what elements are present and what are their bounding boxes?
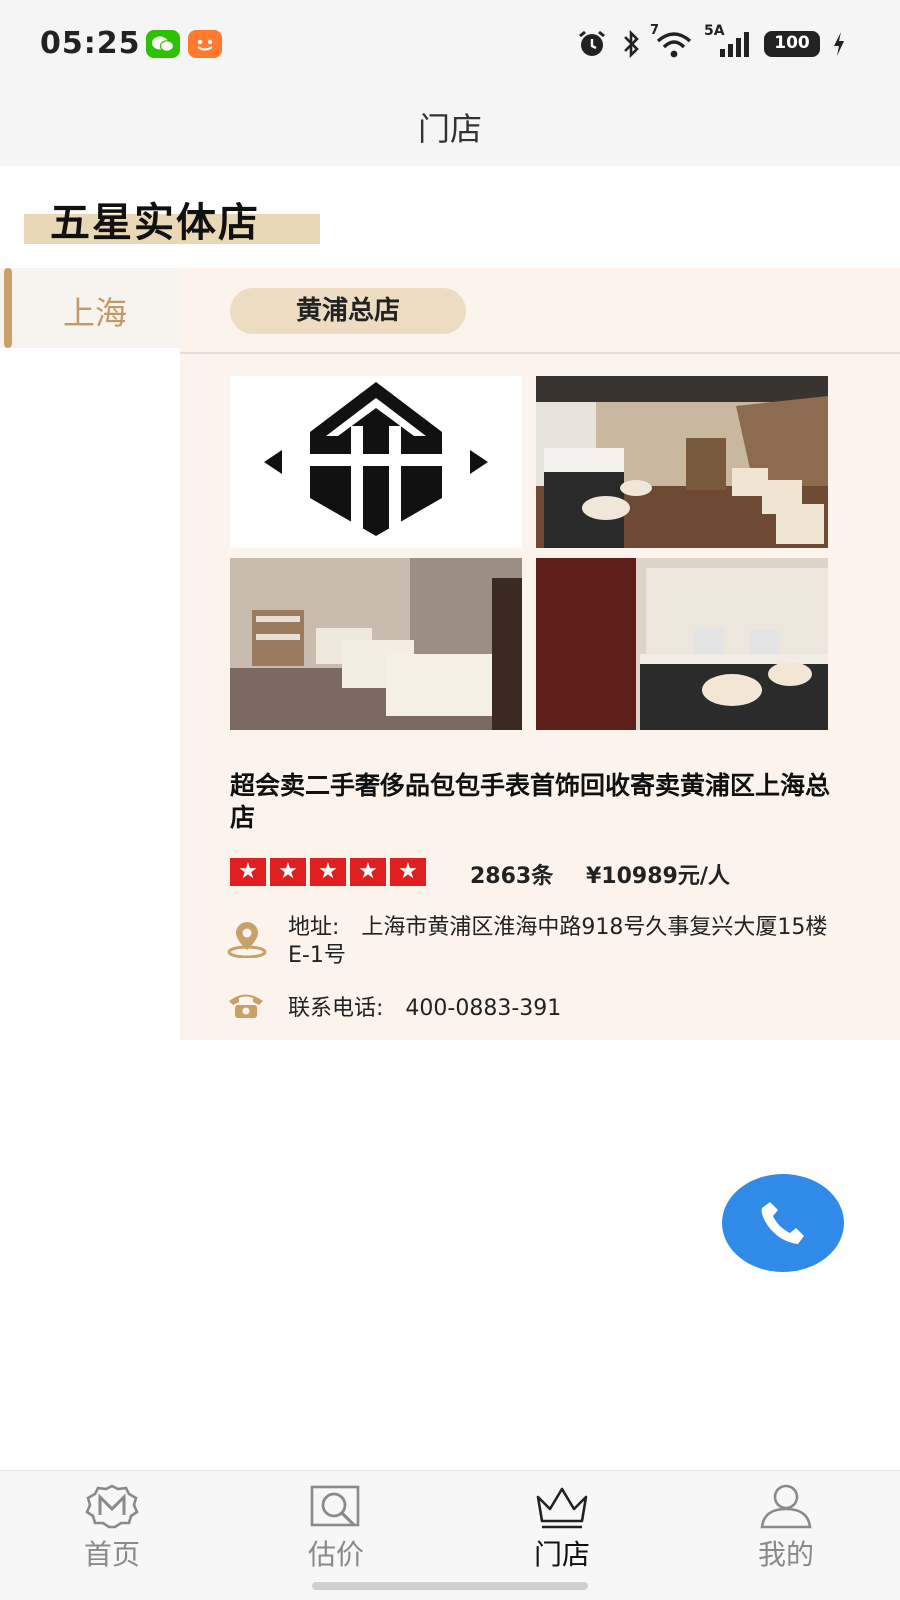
home-logo-icon (85, 1484, 139, 1529)
branch-tab-huangpu[interactable]: 黄浦总店 (230, 288, 466, 334)
star-icon: ★ (270, 858, 306, 886)
title-bar: 门店 (0, 88, 900, 166)
status-time: 05:25 (40, 26, 141, 61)
phone-handset-icon (761, 1202, 804, 1244)
city-label: 上海 (62, 294, 127, 332)
store-phone[interactable]: 联系电话: 400-0883-391 (288, 990, 561, 1022)
store-photo-grid[interactable] (230, 376, 828, 734)
tab-label: 首页 (83, 1538, 140, 1571)
alarm-icon (579, 30, 605, 56)
charging-icon (834, 32, 844, 56)
store-service-desk-photo[interactable] (536, 558, 828, 730)
network-label: 5A (704, 23, 725, 39)
brand-logo-image[interactable] (230, 376, 522, 548)
store-lounge-photo[interactable] (230, 558, 522, 730)
telephone-icon (229, 994, 263, 1018)
cellular-icon: 5A (704, 23, 752, 59)
estimate-icon (310, 1485, 360, 1527)
address-label: 地址: (288, 915, 340, 940)
star-icon: ★ (350, 858, 386, 886)
status-bar: 05:25 7 5A 100 (0, 0, 900, 88)
call-button[interactable] (722, 1174, 844, 1272)
rating-row: ★ ★ ★ ★ ★ 2863条 ¥10989元/人 (230, 856, 850, 889)
status-icons: 7 5A 100 (576, 23, 846, 60)
phone-label: 联系电话: (288, 996, 384, 1021)
user-icon (760, 1484, 812, 1529)
phone-screen: 05:25 7 5A 100 门店 五星实体店 上海 黄浦总店 超会卖二手奢侈品… (0, 0, 900, 1600)
star-icon: ★ (230, 858, 266, 886)
crown-icon (536, 1487, 588, 1529)
page-title: 门店 (417, 110, 482, 148)
review-count: 2863条 (470, 864, 554, 889)
store-interior-photo[interactable] (536, 376, 828, 548)
tab-store[interactable]: 门店 (502, 1483, 622, 1583)
wifi-icon: 7 (650, 23, 694, 59)
phone-value: 400-0883-391 (405, 996, 562, 1021)
location-icon (227, 922, 267, 958)
bottom-tab-bar: 首页 估价 门店 我的 (0, 1470, 900, 1600)
star-icon: ★ (310, 858, 346, 886)
battery-level: 100 (774, 33, 810, 53)
wechat-icon (146, 30, 180, 58)
tab-label: 我的 (757, 1538, 814, 1571)
tab-mine[interactable]: 我的 (726, 1483, 846, 1583)
tab-label: 估价 (307, 1538, 364, 1571)
home-indicator[interactable] (312, 1582, 588, 1590)
tab-home[interactable]: 首页 (52, 1483, 172, 1583)
store-panel: 黄浦总店 超会卖二手奢侈品包包手表首饰回收寄卖黄浦区上海总店 ★ ★ ★ ★ ★… (180, 268, 900, 1040)
average-price: ¥10989元/人 (586, 864, 730, 889)
tab-label: 门店 (533, 1538, 590, 1571)
branch-tabs: 黄浦总店 (180, 268, 900, 354)
star-icon: ★ (390, 858, 426, 886)
battery-icon: 100 (764, 31, 820, 57)
wifi-label: 7 (650, 23, 660, 38)
section-heading: 五星实体店 (50, 200, 260, 246)
store-name[interactable]: 超会卖二手奢侈品包包手表首饰回收寄卖黄浦区上海总店 (230, 770, 850, 834)
address-value: 上海市黄浦区淮海中路918号久事复兴大厦15楼E-1号 (288, 915, 828, 968)
tab-estimate[interactable]: 估价 (276, 1483, 396, 1583)
bluetooth-icon (624, 29, 639, 59)
store-address[interactable]: 地址: 上海市黄浦区淮海中路918号久事复兴大厦15楼E-1号 (288, 914, 848, 970)
city-tab-shanghai[interactable]: 上海 (0, 268, 180, 348)
taobao-icon (188, 30, 222, 58)
star-rating: ★ ★ ★ ★ ★ (230, 858, 426, 886)
